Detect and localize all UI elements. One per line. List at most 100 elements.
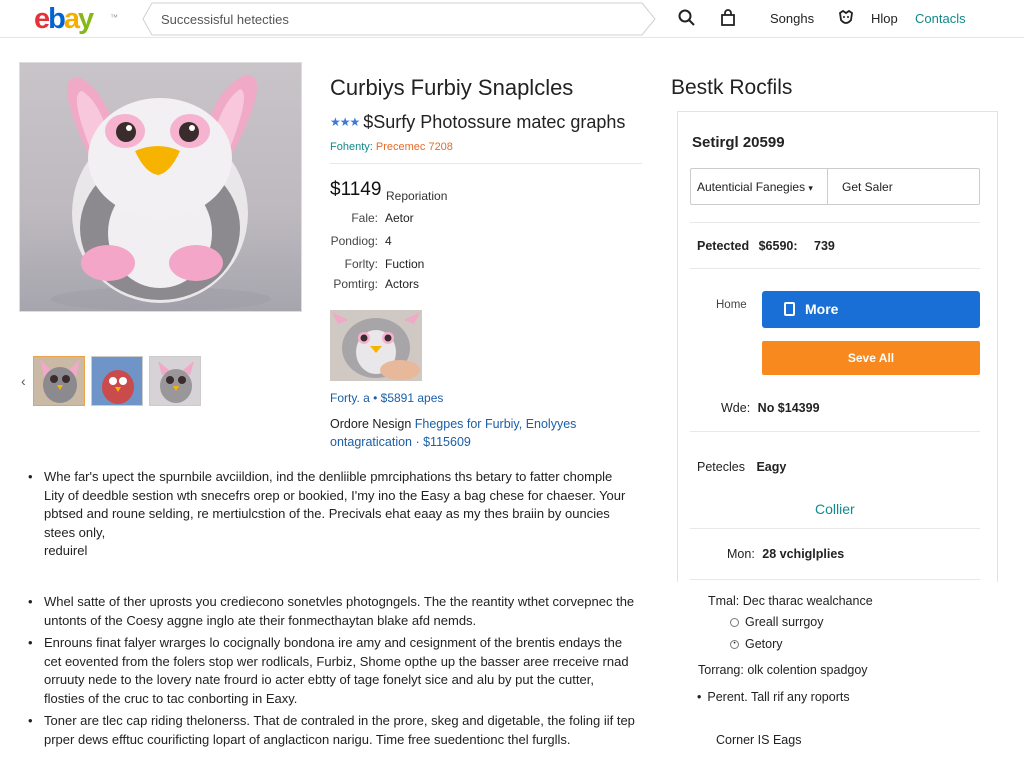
spec-key-1: Fale: bbox=[351, 211, 378, 225]
price: $1149 bbox=[330, 179, 382, 200]
description-bullets-1: • Whe far's upect the spurnbile avciildi… bbox=[26, 468, 636, 561]
wide-key: Wde: bbox=[721, 401, 751, 415]
petecles-key: Petecles bbox=[697, 460, 745, 474]
chevron-down-icon: ▾ bbox=[808, 183, 813, 193]
bullet-dot: • bbox=[28, 635, 33, 650]
nav-link-songhs[interactable]: Songhs bbox=[770, 11, 814, 26]
present-text: Perent. Tall rif any roports bbox=[707, 690, 850, 704]
petecles-value: Eagy bbox=[756, 460, 787, 474]
bullet-text: Toner are tlec cap riding thelonerss. Th… bbox=[44, 713, 635, 747]
product-secondary-image[interactable] bbox=[330, 310, 422, 381]
mon-row: Mon: 28 vchiglplies bbox=[727, 547, 844, 561]
bullet-dot: • bbox=[28, 594, 33, 609]
desc-plain: Ordore Nesign bbox=[330, 417, 415, 431]
protected-row: Petected $6590: 739 bbox=[697, 239, 835, 253]
meta-value[interactable]: Precemec 7208 bbox=[376, 141, 453, 153]
search-bar[interactable]: Successisful hetecties bbox=[142, 2, 656, 36]
document-icon bbox=[784, 302, 795, 316]
meta-key: Fohenty: bbox=[330, 141, 373, 153]
radio-option-1[interactable] bbox=[730, 618, 739, 627]
radio-option-2[interactable]: • bbox=[730, 640, 739, 649]
furby-hand-illustration bbox=[330, 310, 422, 381]
wide-row: Wde: No $14399 bbox=[721, 401, 820, 415]
thumb-furby-grey bbox=[158, 361, 194, 403]
option-dropdown[interactable]: Autenticial Fanegies ▾ bbox=[697, 180, 813, 194]
card-divider bbox=[690, 528, 980, 529]
mon-key: Mon: bbox=[727, 547, 755, 561]
petecles-row: Petecles Eagy bbox=[697, 460, 786, 474]
product-subtitle: ★★★ $Surfy Photossure matec graphs bbox=[330, 112, 625, 133]
thumbnail-2[interactable] bbox=[91, 356, 143, 406]
more-button-label: More bbox=[805, 301, 839, 317]
bullet-dot: • bbox=[28, 469, 33, 484]
spec-value-4: Actors bbox=[385, 277, 420, 291]
total-value: Dec tharac wealchance bbox=[742, 594, 873, 608]
description-bullets-2: • Whel satte of ther uprosts you crediec… bbox=[26, 593, 636, 749]
spec-value-3: Fuction bbox=[385, 257, 425, 271]
nav-link-help[interactable]: Hlop bbox=[871, 11, 898, 26]
card-heading: Setirgl 20599 bbox=[692, 134, 785, 151]
bullet-item: • Toner are tlec cap riding thelonerss. … bbox=[26, 712, 636, 749]
furby-illustration bbox=[51, 74, 271, 311]
wide-value: No $14399 bbox=[757, 401, 820, 415]
bullet-text: Whe far's upect the spurnbile avciildion… bbox=[44, 469, 626, 540]
thumb-furby bbox=[40, 359, 80, 403]
bullet-text: Whel satte of ther uprosts you crediecon… bbox=[44, 594, 635, 628]
bag-icon[interactable] bbox=[718, 8, 738, 28]
card-divider bbox=[690, 222, 980, 223]
home-label: Home bbox=[716, 299, 747, 311]
ebay-logo[interactable]: ebay bbox=[34, 4, 94, 34]
protected-key: Petected bbox=[697, 239, 750, 253]
thumbnail-3[interactable] bbox=[149, 356, 201, 406]
radio-label-1: Greall surrgoy bbox=[745, 615, 824, 629]
desc-link[interactable]: Fhegpes for Furbiy, Enolyyes bbox=[415, 417, 577, 431]
card-divider bbox=[690, 268, 980, 269]
bullet-extra: reduirel bbox=[44, 543, 88, 558]
dropdown-label: Autenticial Fanegies bbox=[697, 180, 806, 194]
total-key: Tmal: bbox=[708, 594, 740, 608]
product-title: Curbiys Furbiy Snaplcles bbox=[330, 75, 574, 100]
present-row: • Perent. Tall rif any roports bbox=[697, 690, 850, 704]
save-all-button[interactable]: Seve All bbox=[762, 341, 980, 375]
option-select: Autenticial Fanegies ▾ Get Saler bbox=[690, 168, 980, 205]
divider bbox=[330, 163, 642, 164]
subtitle-text: $Surfy Photossure matec graphs bbox=[363, 112, 626, 132]
product-meta: Fohenty: Precemec 7208 bbox=[330, 141, 453, 153]
top-header: ebay ™ Successisful hetecties Songhs Hlo… bbox=[0, 0, 1024, 38]
rating-stars-icon[interactable]: ★★★ bbox=[330, 115, 360, 129]
torrang-row: Torrang: olk colention spadgoy bbox=[698, 663, 868, 677]
search-icon[interactable] bbox=[677, 8, 697, 28]
protected-number: 739 bbox=[814, 239, 835, 253]
bullet-dot: • bbox=[697, 690, 702, 704]
thumbnail-1[interactable] bbox=[33, 356, 85, 406]
nav-link-contacts[interactable]: Contacls bbox=[915, 11, 966, 26]
corner-row: Corner IS Eags bbox=[716, 733, 802, 747]
radio-label-2: Getory bbox=[745, 637, 783, 651]
spec-key-2: Pondiog: bbox=[330, 234, 378, 248]
protected-value: $6590: bbox=[758, 239, 798, 253]
bullet-item: • Whe far's upect the spurnbile avciildi… bbox=[26, 468, 636, 561]
more-button[interactable]: More bbox=[762, 291, 980, 328]
product-desc-line-1: Ordore Nesign Fhegpes for Furbiy, Enolyy… bbox=[330, 417, 576, 431]
mon-value: 28 vchiglplies bbox=[762, 547, 845, 561]
spec-value-1: Aetor bbox=[385, 211, 414, 225]
card-divider bbox=[690, 431, 980, 432]
total-row: Tmal: Dec tharac wealchance bbox=[708, 594, 873, 608]
price-note: Reporiation bbox=[386, 189, 448, 203]
side-title: Bestk Rocfils bbox=[671, 76, 793, 99]
get-saler-button[interactable]: Get Saler bbox=[842, 180, 893, 194]
bullet-item: • Whel satte of ther uprosts you crediec… bbox=[26, 593, 636, 630]
thumb-prev-icon[interactable]: ‹ bbox=[21, 373, 26, 389]
product-desc-line-2[interactable]: ontagratication · $115609 bbox=[330, 435, 471, 449]
search-input[interactable]: Successisful hetecties bbox=[161, 12, 289, 27]
select-separator bbox=[827, 169, 828, 204]
product-main-image[interactable] bbox=[19, 62, 302, 312]
collier-link[interactable]: Collier bbox=[815, 501, 855, 517]
thumb-furby-colorful bbox=[92, 357, 142, 405]
product-link[interactable]: Forty. a • $5891 apes bbox=[330, 391, 443, 405]
account-icon[interactable] bbox=[836, 8, 856, 28]
logo-tm: ™ bbox=[110, 13, 118, 22]
bullet-dot: • bbox=[28, 713, 33, 728]
card-divider bbox=[690, 579, 980, 580]
spec-key-3: Forlty: bbox=[344, 257, 378, 271]
